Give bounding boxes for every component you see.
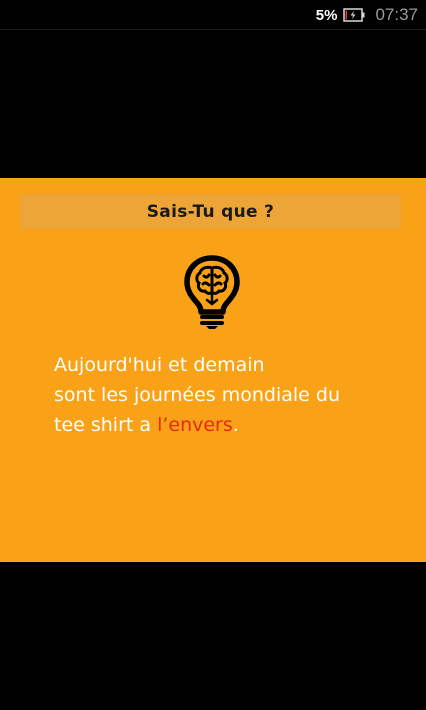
status-bar: 5% 07:37 xyxy=(0,0,426,30)
fact-line-1: Aujourd'hui et demain xyxy=(54,354,265,376)
clock: 07:37 xyxy=(375,5,418,24)
fact-line-2: sont les journées mondiale du xyxy=(54,384,341,406)
fact-line-3: tee shirt a l’envers. xyxy=(54,410,414,440)
status-indicators: 5% 07:37 xyxy=(316,5,418,25)
card-header: Sais-Tu que ? xyxy=(20,194,401,229)
did-you-know-card: Sais-Tu que ? Aujourd'hui et demain sont… xyxy=(0,178,426,562)
fact-line-3-prefix: tee shirt a xyxy=(54,414,158,436)
lightbulb-brain-icon xyxy=(184,255,240,329)
fact-text: Aujourd'hui et demain sont les journées … xyxy=(54,350,414,440)
battery-percentage: 5% xyxy=(315,6,338,24)
card-title: Sais-Tu que ? xyxy=(146,201,275,222)
fact-line-3-suffix: . xyxy=(232,414,239,436)
battery-charging-icon xyxy=(343,8,365,22)
highlighted-word: l’envers xyxy=(157,414,233,436)
